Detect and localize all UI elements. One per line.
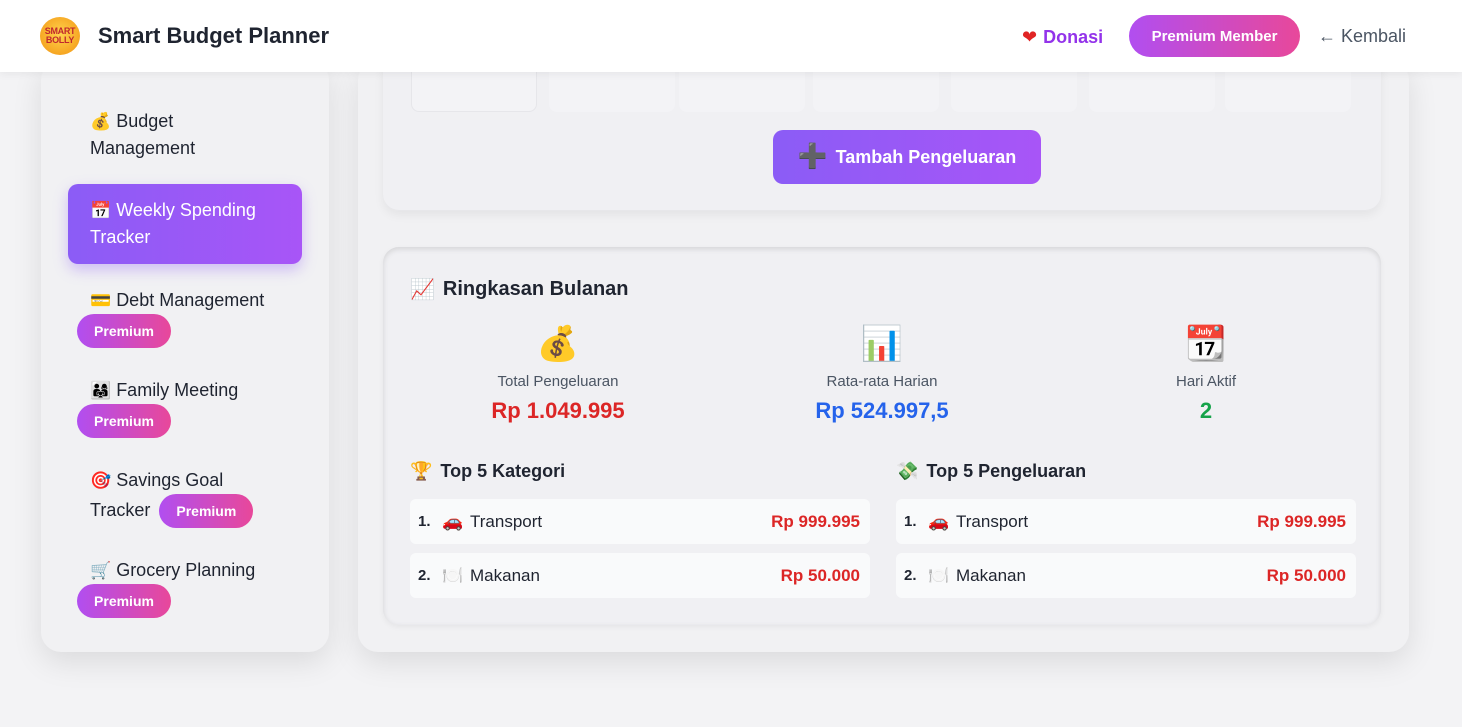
list-title-text: Top 5 Kategori bbox=[440, 460, 566, 481]
calendar-day-cell[interactable] bbox=[1225, 72, 1351, 112]
donasi-label: Donasi bbox=[1043, 26, 1104, 47]
calendar-day-cell[interactable] bbox=[1089, 72, 1215, 112]
list-item: 1. 🚗 Transport Rp 999.995 bbox=[410, 499, 870, 544]
expense-name: Transport bbox=[956, 511, 1029, 531]
sidebar-item-grocery-planning[interactable]: 🛒 Grocery Planning Premium bbox=[68, 557, 302, 618]
add-expense-label: Tambah Pengeluaran bbox=[835, 146, 1017, 167]
stat-label: Total Pengeluaran bbox=[497, 373, 619, 390]
sidebar-item-budget-management[interactable]: 💰 Budget Management bbox=[68, 108, 302, 162]
main-panel: ➕ Tambah Pengeluaran 📈 Ringkasan Bulanan… bbox=[358, 60, 1409, 652]
expense-input-card: ➕ Tambah Pengeluaran bbox=[383, 60, 1381, 211]
smart-bolly-logo[interactable]: SMART BOLLY bbox=[40, 17, 80, 55]
donasi-link[interactable]: ❤ Donasi bbox=[1022, 24, 1103, 50]
calendar-day-cell[interactable] bbox=[951, 72, 1077, 112]
summary-title-text: Ringkasan Bulanan bbox=[442, 278, 629, 300]
top-categories-list: 🏆 Top 5 Kategori 1. 🚗 Transport Rp 999.9… bbox=[410, 459, 870, 598]
rank: 1. bbox=[904, 513, 917, 530]
top-expenses-title: 💸 Top 5 Pengeluaran bbox=[896, 459, 1356, 483]
premium-badge: Premium bbox=[159, 494, 254, 528]
premium-badge: Premium bbox=[77, 404, 171, 438]
amount: Rp 999.995 bbox=[1257, 511, 1346, 531]
bar-chart-icon: 📊 bbox=[860, 325, 904, 363]
amount: Rp 50.000 bbox=[1266, 565, 1346, 585]
premium-badge: Premium bbox=[77, 314, 171, 348]
premium-member-button[interactable]: Premium Member bbox=[1129, 15, 1300, 57]
monthly-summary-card: 📈 Ringkasan Bulanan 💰 Total Pengeluaran … bbox=[383, 247, 1381, 625]
money-wings-icon: 💸 bbox=[896, 460, 919, 481]
calendar-day-cell[interactable] bbox=[411, 72, 537, 112]
plus-icon: ➕ bbox=[797, 143, 828, 170]
app-header: SMART BOLLY Smart Budget Planner ❤ Donas… bbox=[0, 0, 1462, 72]
stat-value: 2 bbox=[1199, 398, 1213, 423]
top-categories-title: 🏆 Top 5 Kategori bbox=[410, 459, 870, 483]
sidebar-item-label: Debt Management bbox=[116, 290, 265, 310]
stat-active-days: 📆 Hari Aktif 2 bbox=[1056, 323, 1356, 424]
money-bag-icon: 💰 bbox=[536, 325, 580, 363]
money-bag-icon: 💰 bbox=[90, 112, 112, 131]
chart-increasing-icon: 📈 bbox=[410, 279, 435, 301]
heart-icon: ❤ bbox=[1022, 26, 1038, 47]
category-name: Transport bbox=[470, 511, 543, 531]
stat-label: Rata-rata Harian bbox=[826, 373, 938, 390]
sidebar-item-savings-goal-tracker[interactable]: 🎯 Savings Goal Tracker Premium bbox=[68, 467, 302, 528]
list-item: 2. 🍽️ Makanan Rp 50.000 bbox=[896, 553, 1356, 598]
stat-label: Hari Aktif bbox=[1175, 373, 1236, 390]
stat-value: Rp 524.997,5 bbox=[815, 398, 949, 423]
rank: 2. bbox=[418, 567, 431, 584]
calendar-day-cell[interactable] bbox=[679, 72, 805, 112]
premium-badge: Premium bbox=[77, 584, 171, 618]
shopping-cart-icon: 🛒 bbox=[90, 561, 112, 580]
back-link[interactable]: ← Kembali bbox=[1318, 26, 1406, 47]
amount: Rp 999.995 bbox=[771, 511, 860, 531]
plate-icon: 🍽️ bbox=[928, 565, 950, 585]
calendar-day-cell[interactable] bbox=[813, 72, 939, 112]
sidebar-item-label: Family Meeting bbox=[116, 380, 239, 400]
sidebar-item-family-meeting[interactable]: 👨‍👩‍👧 Family Meeting Premium bbox=[68, 377, 302, 438]
trophy-icon: 🏆 bbox=[410, 460, 433, 481]
sidebar-item-debt-management[interactable]: 💳 Debt Management Premium bbox=[68, 287, 302, 348]
plate-icon: 🍽️ bbox=[442, 565, 464, 585]
summary-title: 📈 Ringkasan Bulanan bbox=[410, 277, 629, 302]
calendar-icon: 📅 bbox=[90, 201, 112, 220]
target-icon: 🎯 bbox=[90, 471, 112, 490]
expense-name: Makanan bbox=[956, 565, 1026, 585]
category-name: Makanan bbox=[470, 565, 540, 585]
list-item: 1. 🚗 Transport Rp 999.995 bbox=[896, 499, 1356, 544]
stat-total-expense: 💰 Total Pengeluaran Rp 1.049.995 bbox=[408, 323, 708, 424]
top-expenses-list: 💸 Top 5 Pengeluaran 1. 🚗 Transport Rp 99… bbox=[896, 459, 1356, 598]
family-icon: 👨‍👩‍👧 bbox=[90, 381, 112, 400]
sidebar-item-label: Grocery Planning bbox=[116, 560, 256, 580]
calendar-day-cell[interactable] bbox=[549, 72, 675, 112]
car-icon: 🚗 bbox=[442, 511, 464, 531]
logo-text-bottom: BOLLY bbox=[45, 35, 75, 45]
app-title: Smart Budget Planner bbox=[98, 23, 330, 48]
stat-daily-average: 📊 Rata-rata Harian Rp 524.997,5 bbox=[732, 323, 1032, 424]
sidebar-item-weekly-spending-tracker[interactable]: 📅 Weekly Spending Tracker bbox=[68, 184, 302, 264]
amount: Rp 50.000 bbox=[780, 565, 860, 585]
car-icon: 🚗 bbox=[928, 511, 950, 531]
add-expense-button[interactable]: ➕ Tambah Pengeluaran bbox=[773, 130, 1041, 184]
calendar-icon: 📆 bbox=[1184, 325, 1228, 363]
sidebar-item-label: Weekly Spending Tracker bbox=[90, 200, 256, 247]
list-title-text: Top 5 Pengeluaran bbox=[926, 460, 1087, 481]
rank: 2. bbox=[904, 567, 917, 584]
list-item: 2. 🍽️ Makanan Rp 50.000 bbox=[410, 553, 870, 598]
stat-value: Rp 1.049.995 bbox=[491, 398, 625, 423]
sidebar: 💰 Budget Management 📅 Weekly Spending Tr… bbox=[41, 60, 329, 652]
rank: 1. bbox=[418, 513, 431, 530]
credit-card-icon: 💳 bbox=[90, 291, 112, 310]
